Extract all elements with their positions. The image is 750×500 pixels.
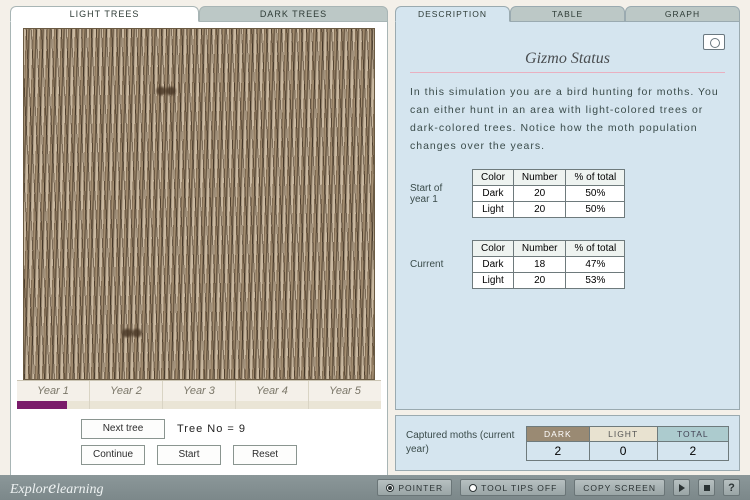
- year-cell: Year 4: [236, 381, 309, 401]
- col-color: Color: [473, 241, 514, 257]
- tab-dark-trees[interactable]: Dark Trees: [199, 6, 388, 22]
- tab-light-trees[interactable]: Light Trees: [10, 6, 199, 22]
- radio-on-icon: [386, 484, 394, 492]
- cap-dark-value: 2: [527, 441, 590, 460]
- col-total: TOTAL: [657, 426, 728, 441]
- captured-table: DARK LIGHT TOTAL 2 0 2: [526, 426, 729, 461]
- moth[interactable]: [154, 83, 178, 99]
- table-row: Dark 18 47%: [473, 257, 625, 273]
- radio-off-icon: [469, 484, 477, 492]
- captured-label: Captured moths (current year): [406, 429, 516, 457]
- help-button[interactable]: ?: [723, 479, 740, 496]
- status-title: Gizmo Status: [410, 50, 725, 68]
- bottom-bar: Explorelearning POINTER TOOL TIPS OFF CO…: [0, 475, 750, 500]
- col-pct: % of total: [566, 170, 625, 186]
- col-number: Number: [513, 170, 566, 186]
- year-cell: Year 1: [17, 381, 90, 401]
- right-pane: Description Table Graph Gizmo Status In …: [395, 6, 740, 410]
- play-icon: [679, 484, 685, 492]
- description-panel: Gizmo Status In this simulation you are …: [395, 22, 740, 410]
- simulation-canvas[interactable]: [23, 28, 375, 380]
- tooltips-toggle[interactable]: TOOL TIPS OFF: [460, 479, 566, 496]
- divider: [410, 72, 725, 73]
- camera-icon[interactable]: [703, 34, 725, 50]
- left-pane: Light Trees Dark Trees Year 1 Year 2 Yea…: [10, 6, 388, 476]
- start-button[interactable]: Start: [157, 445, 221, 465]
- stop-button[interactable]: [698, 479, 715, 496]
- play-button[interactable]: [673, 479, 690, 496]
- start-of-year-label: Start of year 1: [410, 183, 464, 205]
- year-progress: [17, 401, 381, 409]
- table-row: Light 20 53%: [473, 273, 625, 289]
- pointer-toggle[interactable]: POINTER: [377, 479, 452, 496]
- year-cell: Year 2: [90, 381, 163, 401]
- moth[interactable]: [120, 325, 144, 341]
- col-pct: % of total: [566, 241, 625, 257]
- cap-light-value: 0: [589, 441, 657, 460]
- tree-number-label: Tree No = 9: [177, 423, 246, 435]
- stop-icon: [704, 485, 710, 491]
- table-row: Dark 20 50%: [473, 186, 625, 202]
- year-cell: Year 3: [163, 381, 236, 401]
- col-color: Color: [473, 170, 514, 186]
- brand-logo: Explorelearning: [10, 477, 104, 498]
- help-icon: ?: [728, 482, 735, 494]
- tab-description[interactable]: Description: [395, 6, 510, 22]
- reset-button[interactable]: Reset: [233, 445, 297, 465]
- current-label: Current: [410, 259, 464, 270]
- controls: Next tree Tree No = 9 Continue Start Res…: [17, 409, 381, 469]
- col-dark: DARK: [527, 426, 590, 441]
- description-text: In this simulation you are a bird huntin…: [410, 83, 725, 155]
- start-table: Color Number % of total Dark 20 50% Ligh…: [472, 169, 625, 218]
- continue-button[interactable]: Continue: [81, 445, 145, 465]
- col-light: LIGHT: [589, 426, 657, 441]
- year-cell: Year 5: [309, 381, 381, 401]
- copy-screen-button[interactable]: COPY SCREEN: [574, 479, 665, 496]
- current-table: Color Number % of total Dark 18 47% Ligh…: [472, 240, 625, 289]
- simulation-panel: Year 1 Year 2 Year 3 Year 4 Year 5 Next …: [10, 22, 388, 476]
- next-tree-button[interactable]: Next tree: [81, 419, 165, 439]
- table-row: Light 20 50%: [473, 202, 625, 218]
- cap-total-value: 2: [657, 441, 728, 460]
- tab-table[interactable]: Table: [510, 6, 625, 22]
- col-number: Number: [513, 241, 566, 257]
- tab-graph[interactable]: Graph: [625, 6, 740, 22]
- captured-panel: Captured moths (current year) DARK LIGHT…: [395, 415, 740, 471]
